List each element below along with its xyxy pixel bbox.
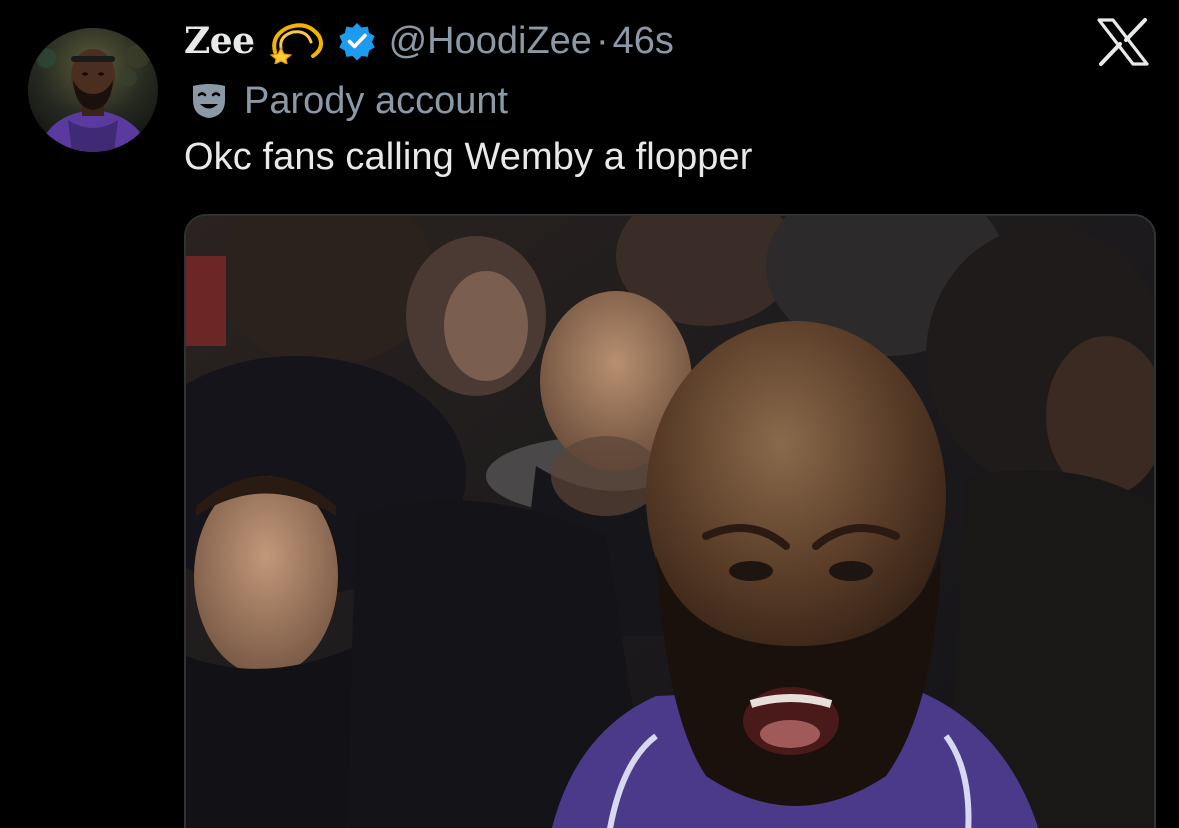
tweet-card: Zee @HoodiZee · 46s Parody account Okc f… xyxy=(0,0,1179,828)
timestamp[interactable]: 46s xyxy=(613,20,674,63)
theater-mask-icon xyxy=(190,82,228,120)
x-logo-icon[interactable] xyxy=(1097,18,1149,66)
separator-dot: · xyxy=(595,19,609,62)
handle[interactable]: @HoodiZee xyxy=(389,20,592,63)
parody-account-label-row: Parody account xyxy=(190,78,508,124)
tweet-text: Okc fans calling Wemby a flopper xyxy=(184,136,753,178)
verified-badge-icon[interactable] xyxy=(337,21,377,61)
avatar[interactable] xyxy=(28,28,158,152)
parody-account-label: Parody account xyxy=(244,79,509,122)
display-name[interactable]: Zee xyxy=(184,20,255,62)
tweet-media-image[interactable] xyxy=(184,214,1156,828)
dizzy-icon xyxy=(267,18,325,66)
tweet-header: Zee @HoodiZee · 46s xyxy=(184,16,674,66)
